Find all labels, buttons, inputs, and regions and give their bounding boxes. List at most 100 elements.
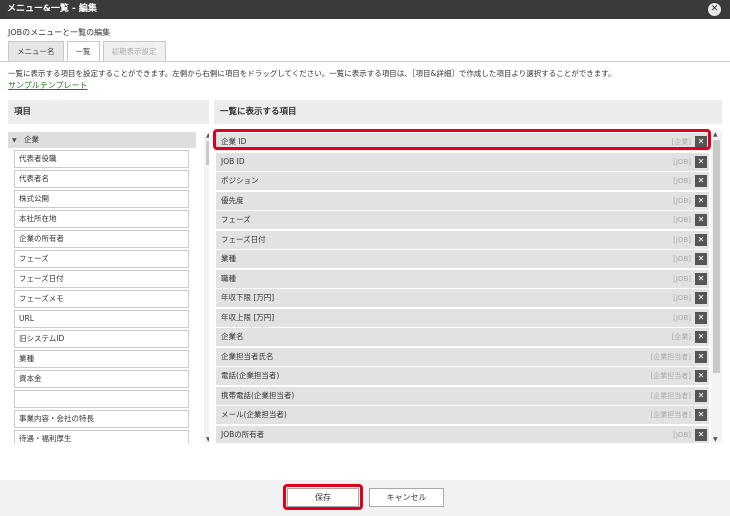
scroll-down-icon[interactable]: ▼	[206, 436, 209, 443]
selected-item[interactable]: ポジション [JOB] ✕	[216, 172, 709, 190]
selected-item[interactable]: JOB ID [JOB] ✕	[216, 153, 709, 171]
selected-item-tag: [JOB]	[673, 431, 691, 439]
highlight-box-first-item	[213, 129, 711, 150]
sample-template-link[interactable]: サンプルテンプレート	[8, 80, 88, 91]
description-text: 一覧に表示する項目を設定することができます。左側から右側に項目をドラッグしてくだ…	[8, 69, 616, 78]
tab-list[interactable]: 一覧	[66, 41, 100, 61]
selected-item-label: フェーズ	[221, 215, 251, 224]
dialog-footer	[0, 480, 730, 516]
close-icon[interactable]: ✕	[695, 195, 707, 207]
list-item[interactable]: 代表者役職	[14, 150, 189, 168]
selected-item-label: フェーズ日付	[221, 235, 266, 244]
selected-item[interactable]: 業種 [JOB] ✕	[216, 250, 709, 268]
selected-item[interactable]: 優先度 [JOB] ✕	[216, 192, 709, 210]
tab-bar: メニュー名 一覧 初期表示設定	[8, 41, 169, 61]
selected-item[interactable]: 企業名 [企業] ✕	[216, 328, 709, 346]
list-item[interactable]: 待遇・福利厚生	[14, 430, 189, 443]
selected-item[interactable]: フェーズ [JOB] ✕	[216, 211, 709, 229]
selected-item-label: 携帯電話(企業担当者)	[221, 391, 295, 400]
close-icon[interactable]: ✕	[695, 429, 707, 441]
selected-item[interactable]: フェーズ日付 [JOB] ✕	[216, 231, 709, 249]
list-item[interactable]	[14, 390, 189, 408]
selected-item-label: JOBの所有者	[221, 430, 265, 439]
list-item[interactable]: 代表者名	[14, 170, 189, 188]
left-panel-header: 項目	[8, 100, 209, 124]
close-icon[interactable]: ✕	[695, 156, 707, 168]
selected-item[interactable]: 年収下限 [万円] [JOB] ✕	[216, 289, 709, 307]
list-item[interactable]: 旧システムID	[14, 330, 189, 348]
selected-item-tag: [JOB]	[673, 216, 691, 224]
list-item[interactable]: 業種	[14, 350, 189, 368]
group-label: 企業	[24, 135, 40, 144]
list-item[interactable]: フェーズ	[14, 250, 189, 268]
tab-divider	[0, 61, 730, 62]
selected-item-label: 優先度	[221, 196, 244, 205]
close-icon[interactable]: ✕	[695, 273, 707, 285]
selected-item-tag: [企業]	[671, 333, 691, 341]
selected-item-label: 年収下限 [万円]	[221, 293, 275, 302]
list-item[interactable]: フェーズメモ	[14, 290, 189, 308]
scroll-down-icon[interactable]: ▼	[713, 436, 718, 443]
list-item[interactable]: 本社所在地	[14, 210, 189, 228]
list-item[interactable]: URL	[14, 310, 189, 328]
cancel-button[interactable]: キャンセル	[369, 488, 444, 507]
dialog-subtitle: JOBのメニューと一覧の編集	[8, 28, 111, 37]
selected-item-label: 業種	[221, 254, 236, 263]
selected-items-list: 企業 ID [企業] ✕ JOB ID [JOB] ✕ ポジション [JOB] …	[214, 131, 722, 443]
selected-item-tag: [企業担当者]	[650, 353, 691, 361]
selected-item-label: 企業担当者氏名	[221, 352, 274, 361]
close-icon[interactable]: ✕	[695, 312, 707, 324]
close-icon[interactable]: ✕	[695, 292, 707, 304]
right-scrollbar[interactable]: ▲ ▼	[711, 131, 722, 443]
selected-item[interactable]: 年収上限 [万円] [JOB] ✕	[216, 309, 709, 327]
left-scrollbar[interactable]: ▲ ▼	[204, 132, 209, 443]
close-icon[interactable]: ✕	[695, 390, 707, 402]
selected-item[interactable]: 携帯電話(企業担当者) [企業担当者] ✕	[216, 387, 709, 405]
selected-item-tag: [JOB]	[673, 314, 691, 322]
selected-item-label: 電話(企業担当者)	[221, 371, 280, 380]
left-scroll-thumb[interactable]	[206, 141, 209, 165]
selected-item-tag: [企業担当者]	[650, 392, 691, 400]
list-item[interactable]: 株式公開	[14, 190, 189, 208]
selected-item-tag: [JOB]	[673, 197, 691, 205]
selected-item[interactable]: 企業担当者氏名 [企業担当者] ✕	[216, 348, 709, 366]
scroll-up-icon[interactable]: ▲	[713, 131, 718, 138]
close-icon[interactable]: ✕	[695, 253, 707, 265]
available-items-list: ▼ 企業 代表者役職 代表者名 株式公開 本社所在地 企業の所有者 フェーズ フ…	[8, 132, 209, 443]
dialog-titlebar: メニュー&一覧 - 編集 ✕	[0, 0, 730, 19]
selected-item-label: メール(企業担当者)	[221, 410, 287, 419]
close-icon[interactable]: ✕	[708, 3, 721, 16]
tab-initial-display: 初期表示設定	[102, 41, 166, 61]
scroll-up-icon[interactable]: ▲	[206, 132, 209, 139]
selected-item[interactable]: 電話(企業担当者) [企業担当者] ✕	[216, 367, 709, 385]
selected-item[interactable]: JOBの所有者 [JOB] ✕	[216, 426, 709, 443]
selected-item[interactable]: メール(企業担当者) [企業担当者] ✕	[216, 406, 709, 424]
selected-item-tag: [JOB]	[673, 294, 691, 302]
right-scroll-thumb[interactable]	[713, 140, 720, 373]
close-icon[interactable]: ✕	[695, 214, 707, 226]
selected-item[interactable]: 職種 [JOB] ✕	[216, 270, 709, 288]
edit-dialog: メニュー&一覧 - 編集 ✕ JOBのメニューと一覧の編集 メニュー名 一覧 初…	[0, 0, 730, 516]
selected-item-tag: [企業担当者]	[650, 411, 691, 419]
selected-item-tag: [JOB]	[673, 158, 691, 166]
list-item[interactable]: 事業内容・会社の特長	[14, 410, 189, 428]
selected-item-label: 企業名	[221, 332, 244, 341]
close-icon[interactable]: ✕	[695, 175, 707, 187]
close-icon[interactable]: ✕	[695, 409, 707, 421]
selected-item-label: JOB ID	[221, 157, 245, 166]
selected-item-label: 年収上限 [万円]	[221, 313, 275, 322]
highlight-box-save	[283, 484, 363, 510]
list-item[interactable]: 企業の所有者	[14, 230, 189, 248]
list-item[interactable]: フェーズ日付	[14, 270, 189, 288]
selected-item-tag: [企業担当者]	[650, 372, 691, 380]
tab-menu-name[interactable]: メニュー名	[8, 41, 64, 61]
close-icon[interactable]: ✕	[695, 351, 707, 363]
list-item[interactable]: 資本金	[14, 370, 189, 388]
selected-item-label: 職種	[221, 274, 236, 283]
close-icon[interactable]: ✕	[695, 331, 707, 343]
close-icon[interactable]: ✕	[695, 234, 707, 246]
close-icon[interactable]: ✕	[695, 370, 707, 382]
selected-item-tag: [JOB]	[673, 177, 691, 185]
selected-item-tag: [JOB]	[673, 275, 691, 283]
group-company[interactable]: ▼ 企業	[8, 132, 196, 148]
